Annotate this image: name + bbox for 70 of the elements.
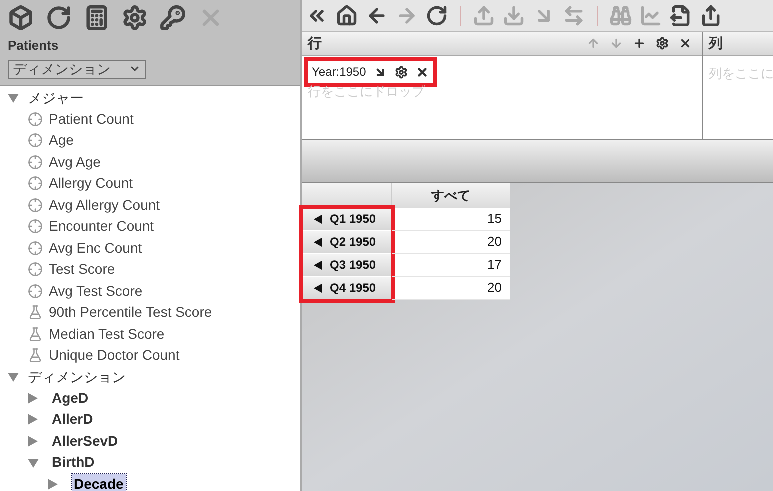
measure-item[interactable]: 90th Percentile Test Score — [49, 302, 212, 324]
left-triangle-icon[interactable] — [314, 214, 322, 224]
tree-folder-label[interactable]: ディメンション — [28, 366, 126, 388]
settings-icon[interactable] — [395, 66, 408, 78]
value-cell: 20 — [392, 277, 510, 300]
columns-panel-title: 列 — [709, 34, 723, 53]
crosshair-icon — [28, 154, 43, 170]
settings-icon[interactable] — [122, 5, 148, 31]
flask-icon — [28, 326, 43, 342]
cube-title: Patients — [8, 37, 60, 55]
share-icon[interactable] — [700, 4, 722, 26]
measure-item[interactable]: Median Test Score — [49, 324, 165, 345]
dimension-item[interactable]: Decade — [72, 474, 126, 491]
left-triangle-icon[interactable] — [314, 284, 322, 292]
row-header[interactable]: Q3 1950 — [302, 254, 392, 277]
flask-icon — [28, 348, 43, 364]
key-icon[interactable] — [160, 5, 186, 31]
measure-item[interactable]: Encounter Count — [49, 216, 154, 238]
crosshair-icon — [28, 262, 43, 278]
export-icon[interactable] — [670, 4, 692, 26]
collapsed-triangle-icon[interactable] — [28, 414, 40, 426]
measure-item[interactable]: Avg Allergy Count — [49, 194, 160, 216]
dimension-item[interactable]: AllerD — [52, 409, 94, 430]
measure-item[interactable]: Test Score — [49, 259, 116, 280]
measure-item[interactable]: Patient Count — [49, 108, 134, 130]
tree-folder-label[interactable]: メジャー — [28, 88, 84, 108]
crosshair-icon — [28, 219, 43, 234]
measure-item[interactable]: Unique Doctor Count — [49, 345, 180, 366]
left-triangle-icon[interactable] — [314, 260, 322, 270]
collapsed-triangle-icon[interactable] — [28, 392, 40, 404]
crosshair-icon — [28, 176, 43, 192]
cube-icon[interactable] — [8, 5, 34, 31]
collapsed-triangle-icon[interactable] — [28, 436, 40, 447]
rows-panel-title: 行 — [308, 34, 322, 53]
flask-icon — [28, 305, 43, 320]
crosshair-icon — [28, 198, 43, 213]
settings-icon[interactable] — [656, 37, 669, 50]
dimension-item[interactable]: AgeD — [52, 388, 89, 409]
measure-item[interactable]: Age — [49, 130, 74, 152]
collapsed-triangle-icon[interactable] — [48, 478, 60, 490]
measure-item[interactable]: Avg Age — [49, 152, 101, 173]
refresh-icon[interactable] — [46, 5, 72, 31]
close-icon[interactable] — [416, 66, 430, 78]
crosshair-icon — [28, 133, 43, 148]
row-header[interactable]: Q2 1950 — [302, 231, 392, 254]
dimension-item[interactable]: AllerSevD — [52, 430, 118, 452]
home-icon[interactable] — [336, 4, 358, 26]
row-header[interactable]: Q1 1950 — [302, 208, 392, 231]
measure-item[interactable]: Allergy Count — [49, 173, 134, 194]
column-header: すべて — [392, 183, 510, 208]
expanded-triangle-icon[interactable] — [8, 93, 20, 103]
value-cell: 20 — [392, 231, 510, 254]
add-icon[interactable] — [633, 37, 646, 50]
measure-item[interactable]: Avg Test Score — [49, 280, 143, 302]
calculator-icon[interactable] — [84, 5, 110, 31]
expanded-triangle-icon[interactable] — [28, 458, 40, 468]
view-select[interactable]: ディメンション — [8, 60, 146, 78]
measure-item[interactable]: Avg Enc Count — [49, 238, 142, 259]
refresh-icon[interactable] — [426, 4, 448, 26]
crosshair-icon — [28, 112, 43, 127]
left-triangle-icon[interactable] — [314, 238, 322, 246]
value-cell: 17 — [392, 254, 510, 277]
close-icon[interactable] — [679, 37, 692, 50]
row-header[interactable]: Q4 1950 — [302, 277, 392, 300]
expanded-triangle-icon[interactable] — [8, 372, 20, 382]
crosshair-icon — [28, 284, 43, 299]
crosshair-icon — [28, 240, 43, 256]
dimension-item[interactable]: BirthD — [52, 452, 95, 474]
row-level-chip[interactable]: Year:1950 — [308, 61, 434, 83]
value-cell: 15 — [392, 208, 510, 231]
